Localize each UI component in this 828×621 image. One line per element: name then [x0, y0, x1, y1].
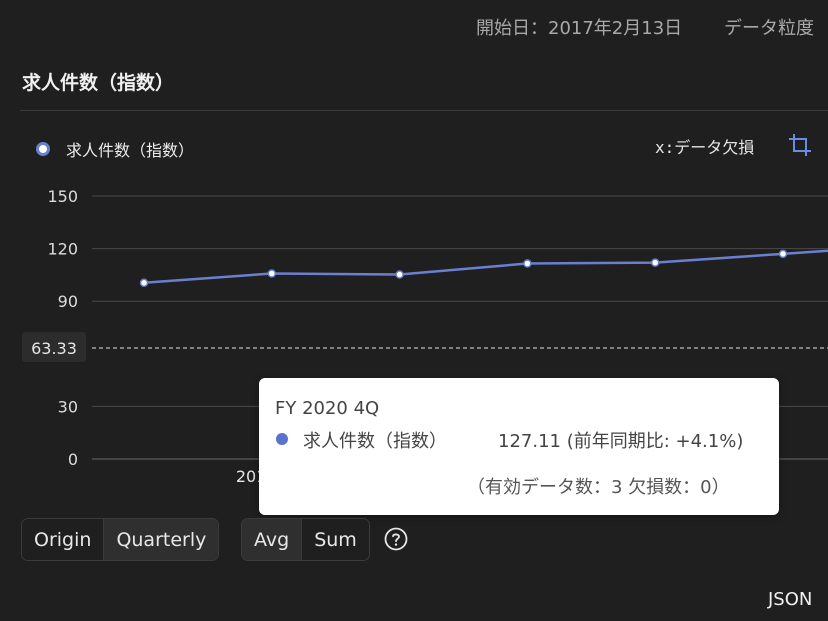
tooltip-title: FY 2020 4Q	[275, 398, 380, 419]
data-point	[139, 278, 149, 288]
data-point	[267, 269, 277, 278]
tooltip-stats: （有効データ数：3 欠損数：0）	[467, 477, 730, 498]
chart-legend[interactable]: 求人件数（指数）	[36, 137, 194, 161]
origin-button[interactable]: Origin	[22, 519, 104, 560]
tooltip-value: 127.11 (前年同期比: +4.1%)	[498, 431, 744, 452]
data-point	[778, 249, 788, 259]
y-tick-label: 120	[47, 240, 78, 259]
header-bar: 開始日：2017年2月13日 データ粒度	[0, 12, 828, 40]
y-tick-label: 150	[47, 187, 78, 206]
view-toggle-group: Origin Quarterly	[21, 518, 220, 561]
y-tick-label: 30	[58, 397, 78, 416]
tooltip-series-dot-icon	[276, 433, 288, 445]
sum-button[interactable]: Sum	[301, 519, 369, 560]
series-line	[143, 249, 828, 285]
data-point	[395, 270, 404, 279]
legend-label: 求人件数（指数）	[66, 141, 195, 160]
divider	[20, 110, 828, 111]
tooltip-series-name: 求人件数（指数）	[303, 431, 447, 452]
legend-marker-icon	[36, 142, 50, 156]
start-date-label: 開始日：2017年2月13日	[476, 18, 683, 39]
reference-label: 63.33	[31, 339, 77, 358]
granularity-label[interactable]: データ粒度	[724, 14, 814, 40]
avg-button[interactable]: Avg	[242, 519, 302, 560]
crop-icon[interactable]	[786, 131, 814, 159]
data-point	[523, 259, 532, 268]
chart-tooltip: FY 2020 4Q 求人件数（指数） 127.11 (前年同期比: +4.1%…	[259, 378, 779, 515]
y-tick-label: 90	[58, 292, 78, 311]
card-title: 求人件数（指数）	[22, 72, 175, 94]
y-tick-label: 0	[68, 450, 78, 469]
question-circle-icon[interactable]	[384, 527, 408, 551]
missing-data-note: x:データ欠損	[655, 138, 755, 157]
data-point	[650, 258, 660, 267]
quarterly-button[interactable]: Quarterly	[103, 519, 219, 560]
aggregation-toggle-group: Avg Sum	[241, 518, 370, 561]
json-link[interactable]: JSON	[768, 589, 812, 610]
